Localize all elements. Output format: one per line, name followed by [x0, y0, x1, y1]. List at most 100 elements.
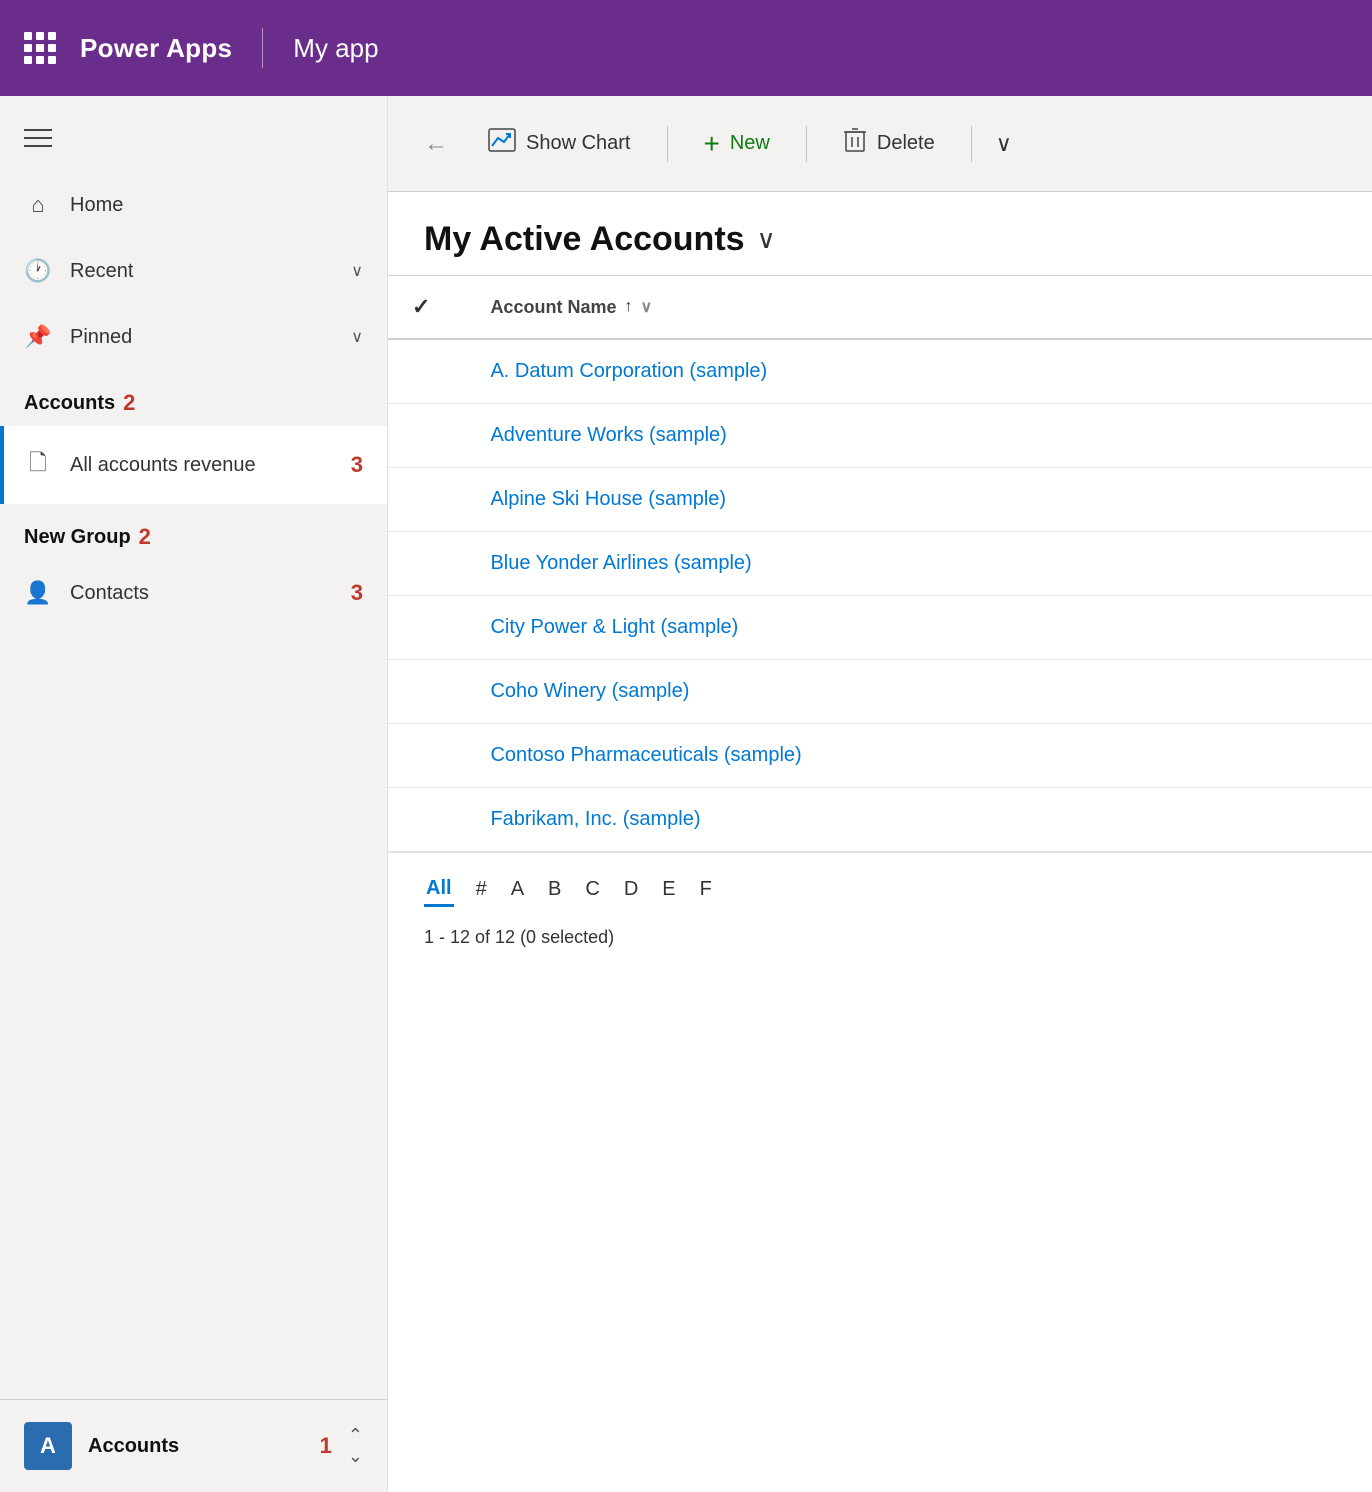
accounts-section-label: Accounts: [24, 392, 115, 415]
view-title-chevron-icon[interactable]: ∨: [757, 224, 776, 255]
avatar: A: [24, 1422, 72, 1470]
sidebar: ⌂ Home 🕐 Recent ∨ 📌 Pinned ∨ Accounts 2: [0, 96, 388, 1492]
sidebar-item-all-accounts-revenue[interactable]: 🗋 All accounts revenue 3: [0, 426, 387, 504]
row-checkbox[interactable]: [388, 788, 454, 852]
checkmark-icon: ✓: [412, 294, 430, 319]
top-header: Power Apps My app: [0, 0, 1372, 96]
back-button[interactable]: ←: [412, 122, 460, 166]
table-row[interactable]: A. Datum Corporation (sample): [388, 339, 1372, 404]
home-icon: ⌂: [24, 192, 52, 218]
account-name-cell[interactable]: Adventure Works (sample): [454, 404, 1372, 468]
sidebar-bottom-accounts[interactable]: A Accounts 1 ⌃⌄: [0, 1400, 387, 1492]
sidebar-nav: ⌂ Home 🕐 Recent ∨ 📌 Pinned ∨ Accounts 2: [0, 172, 387, 1399]
alpha-nav-item[interactable]: #: [474, 874, 489, 907]
sort-desc-icon[interactable]: ∨: [640, 297, 652, 317]
table-row[interactable]: City Power & Light (sample): [388, 596, 1372, 660]
view-title: My Active Accounts: [424, 220, 745, 259]
table-row[interactable]: Contoso Pharmaceuticals (sample): [388, 724, 1372, 788]
waffle-menu-icon[interactable]: [24, 32, 56, 64]
row-checkbox[interactable]: [388, 532, 454, 596]
plus-icon: +: [704, 128, 720, 160]
sidebar-bottom-label: Accounts: [88, 1435, 304, 1458]
table-row[interactable]: Alpine Ski House (sample): [388, 468, 1372, 532]
table-row[interactable]: Adventure Works (sample): [388, 404, 1372, 468]
header-divider: [262, 28, 263, 68]
accounts-table: ✓ Account Name ↑ ∨ A. Dat: [388, 275, 1372, 852]
table-row[interactable]: Blue Yonder Airlines (sample): [388, 532, 1372, 596]
accounts-section-badge: 2: [123, 390, 135, 416]
delete-label: Delete: [877, 132, 935, 155]
table-row[interactable]: Coho Winery (sample): [388, 660, 1372, 724]
chevron-down-icon: ∨: [351, 261, 363, 281]
sidebar-item-label: Contacts: [70, 582, 333, 605]
all-accounts-revenue-badge: 3: [351, 452, 363, 478]
sidebar-item-recent[interactable]: 🕐 Recent ∨: [0, 238, 387, 304]
new-group-section-badge: 2: [139, 524, 151, 550]
delete-icon: [843, 126, 867, 161]
account-name-cell[interactable]: Alpine Ski House (sample): [454, 468, 1372, 532]
new-group-section-header: New Group 2: [0, 504, 387, 560]
alpha-nav-item[interactable]: B: [546, 874, 563, 907]
account-name-cell[interactable]: Fabrikam, Inc. (sample): [454, 788, 1372, 852]
new-label: New: [730, 132, 770, 155]
account-name-cell[interactable]: Contoso Pharmaceuticals (sample): [454, 724, 1372, 788]
table-body: A. Datum Corporation (sample) Adventure …: [388, 339, 1372, 852]
row-checkbox[interactable]: [388, 596, 454, 660]
alpha-nav: All # ABCDEF: [424, 873, 1336, 907]
row-checkbox[interactable]: [388, 404, 454, 468]
row-checkbox[interactable]: [388, 724, 454, 788]
account-name-cell[interactable]: Coho Winery (sample): [454, 660, 1372, 724]
alpha-nav-item[interactable]: F: [698, 874, 714, 907]
chevron-up-down-icon: ⌃⌄: [348, 1425, 363, 1467]
row-checkbox[interactable]: [388, 660, 454, 724]
sidebar-bottom-badge: 1: [320, 1433, 332, 1459]
chevron-down-icon: ∨: [351, 327, 363, 347]
new-button[interactable]: + New: [684, 116, 790, 172]
header-app-title: My app: [293, 33, 378, 64]
show-chart-button[interactable]: Show Chart: [468, 116, 651, 171]
table-row[interactable]: Fabrikam, Inc. (sample): [388, 788, 1372, 852]
delete-button[interactable]: Delete: [823, 114, 955, 173]
show-chart-label: Show Chart: [526, 132, 631, 155]
view-header: My Active Accounts ∨: [388, 192, 1372, 275]
alpha-nav-item[interactable]: All: [424, 873, 454, 907]
sidebar-item-label: Home: [70, 194, 363, 217]
account-name-cell[interactable]: City Power & Light (sample): [454, 596, 1372, 660]
alpha-nav-item[interactable]: A: [509, 874, 526, 907]
clock-icon: 🕐: [24, 258, 52, 284]
sidebar-bottom: A Accounts 1 ⌃⌄: [0, 1399, 387, 1492]
content-main: My Active Accounts ∨ ✓ Account Name ↑: [388, 192, 1372, 1492]
content-area: ← Show Chart + New: [388, 96, 1372, 1492]
row-checkbox[interactable]: [388, 468, 454, 532]
sidebar-item-label: Recent: [70, 260, 333, 283]
sidebar-item-pinned[interactable]: 📌 Pinned ∨: [0, 304, 387, 370]
pin-icon: 📌: [24, 324, 52, 350]
view-icon: 🗋: [24, 446, 52, 484]
alpha-nav-item[interactable]: C: [583, 874, 601, 907]
account-name-column-header: Account Name ↑ ∨: [454, 276, 1372, 340]
toolbar: ← Show Chart + New: [388, 96, 1372, 192]
toolbar-divider: [667, 126, 668, 162]
table-header-row: ✓ Account Name ↑ ∨: [388, 276, 1372, 340]
account-name-cell[interactable]: Blue Yonder Airlines (sample): [454, 532, 1372, 596]
toolbar-divider-3: [971, 126, 972, 162]
chart-icon: [488, 128, 516, 159]
alpha-nav-item[interactable]: D: [622, 874, 640, 907]
account-name-header-label: Account Name: [490, 297, 616, 318]
page-count: 1 - 12 of 12 (0 selected): [424, 919, 1336, 956]
toolbar-divider-2: [806, 126, 807, 162]
hamburger-menu-button[interactable]: [20, 120, 56, 156]
more-button[interactable]: ∨: [988, 123, 1020, 165]
select-all-checkbox[interactable]: ✓: [388, 276, 454, 340]
alpha-nav-item[interactable]: E: [660, 874, 677, 907]
sidebar-item-home[interactable]: ⌂ Home: [0, 172, 387, 238]
account-name-cell[interactable]: A. Datum Corporation (sample): [454, 339, 1372, 404]
powerapps-brand: Power Apps: [80, 33, 232, 64]
row-checkbox[interactable]: [388, 339, 454, 404]
accounts-section-header: Accounts 2: [0, 370, 387, 426]
sidebar-item-contacts[interactable]: 👤 Contacts 3: [0, 560, 387, 626]
sidebar-item-label: Pinned: [70, 326, 333, 349]
sidebar-item-label: All accounts revenue: [70, 454, 333, 477]
pagination-area: All # ABCDEF 1 - 12 of 12 (0 selected): [388, 852, 1372, 976]
sort-asc-icon[interactable]: ↑: [624, 298, 632, 316]
